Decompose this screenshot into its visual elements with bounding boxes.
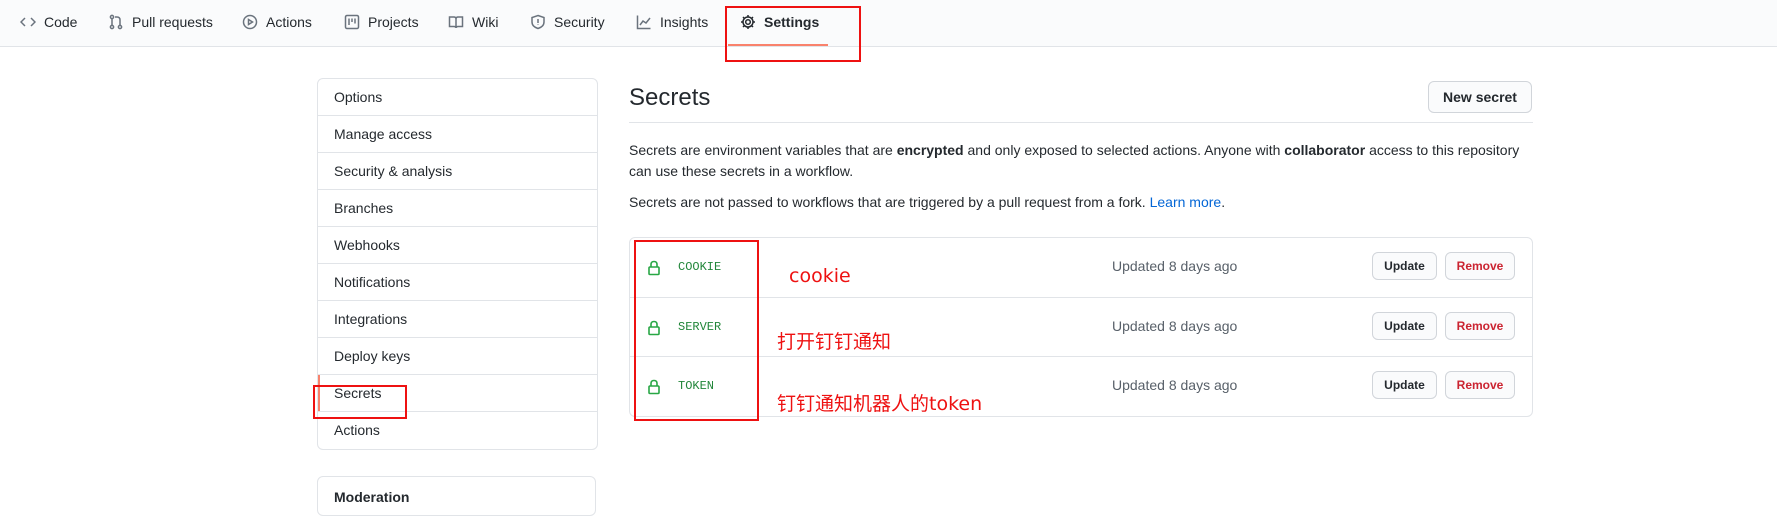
secret-updated: Updated 8 days ago — [1112, 377, 1238, 393]
play-icon — [242, 14, 258, 30]
page-title: Secrets — [629, 84, 711, 111]
sidebar-item-integrations[interactable]: Integrations — [318, 301, 597, 338]
sidebar-item-manage-access[interactable]: Manage access — [318, 116, 597, 153]
update-button[interactable]: Update — [1372, 371, 1437, 399]
sidebar-item-options[interactable]: Options — [318, 79, 597, 116]
tab-pull-requests[interactable]: Pull requests — [108, 0, 213, 44]
new-secret-button[interactable]: New secret — [1428, 81, 1532, 113]
project-icon — [344, 14, 360, 30]
fork-note-text: Secrets are not passed to workflows that… — [629, 194, 1146, 210]
tab-projects[interactable]: Projects — [344, 0, 419, 44]
tab-insights[interactable]: Insights — [636, 0, 708, 44]
tab-label: Pull requests — [132, 14, 213, 30]
update-button[interactable]: Update — [1372, 252, 1437, 280]
remove-button[interactable]: Remove — [1445, 371, 1515, 399]
secret-row: TOKEN Updated 8 days ago Update Remove — [630, 356, 1532, 417]
annotation-cookie: cookie — [789, 265, 851, 287]
sidebar-moderation-heading: Moderation — [317, 476, 596, 516]
sidebar-item-deploy-keys[interactable]: Deploy keys — [318, 338, 597, 375]
tab-wiki[interactable]: Wiki — [448, 0, 498, 44]
sidebar-item-security-analysis[interactable]: Security & analysis — [318, 153, 597, 190]
pull-request-icon — [109, 14, 123, 30]
fork-note: Secrets are not passed to workflows that… — [629, 192, 1535, 213]
tab-security[interactable]: Security — [530, 0, 605, 44]
secrets-list: COOKIE Updated 8 days ago Update Remove … — [629, 237, 1533, 417]
tab-label: Wiki — [472, 14, 499, 30]
remove-button[interactable]: Remove — [1445, 252, 1515, 280]
description-text: Secrets are environment variables that a… — [629, 142, 893, 158]
description-bold: collaborator — [1284, 142, 1366, 158]
annotation-box-secret-names — [634, 240, 759, 421]
shield-icon — [531, 14, 545, 30]
secrets-description: Secrets are environment variables that a… — [629, 140, 1535, 182]
period: . — [1221, 194, 1226, 210]
remove-button[interactable]: Remove — [1445, 312, 1515, 340]
annotation-server: 打开钉钉通知 — [777, 331, 892, 353]
sidebar-item-notifications[interactable]: Notifications — [318, 264, 597, 301]
tab-label: Security — [554, 14, 605, 30]
title-divider — [629, 122, 1533, 123]
secret-updated: Updated 8 days ago — [1112, 318, 1238, 334]
secret-row: COOKIE Updated 8 days ago Update Remove — [630, 238, 1532, 298]
annotation-token: 钉钉通知机器人的token — [777, 393, 983, 415]
repo-nav: Code Pull requests Actions Projects Wiki… — [0, 0, 1777, 47]
annotation-box-secrets — [313, 385, 407, 419]
secret-row: SERVER Updated 8 days ago Update Remove — [630, 297, 1532, 358]
sidebar-item-webhooks[interactable]: Webhooks — [318, 227, 597, 264]
sidebar-item-branches[interactable]: Branches — [318, 190, 597, 227]
learn-more-link[interactable]: Learn more — [1150, 194, 1222, 210]
code-icon — [20, 17, 36, 27]
annotation-box-settings — [725, 6, 861, 62]
graph-icon — [636, 15, 651, 30]
tab-label: Actions — [266, 14, 312, 30]
secret-updated: Updated 8 days ago — [1112, 258, 1238, 274]
tab-label: Code — [44, 14, 78, 30]
tab-label: Insights — [660, 14, 709, 30]
tab-label: Projects — [368, 14, 419, 30]
book-icon — [448, 16, 464, 29]
tab-code[interactable]: Code — [20, 0, 77, 44]
tab-actions[interactable]: Actions — [242, 0, 312, 44]
description-text: and only exposed to selected actions. An… — [967, 142, 1281, 158]
update-button[interactable]: Update — [1372, 312, 1437, 340]
description-bold: encrypted — [896, 142, 964, 158]
